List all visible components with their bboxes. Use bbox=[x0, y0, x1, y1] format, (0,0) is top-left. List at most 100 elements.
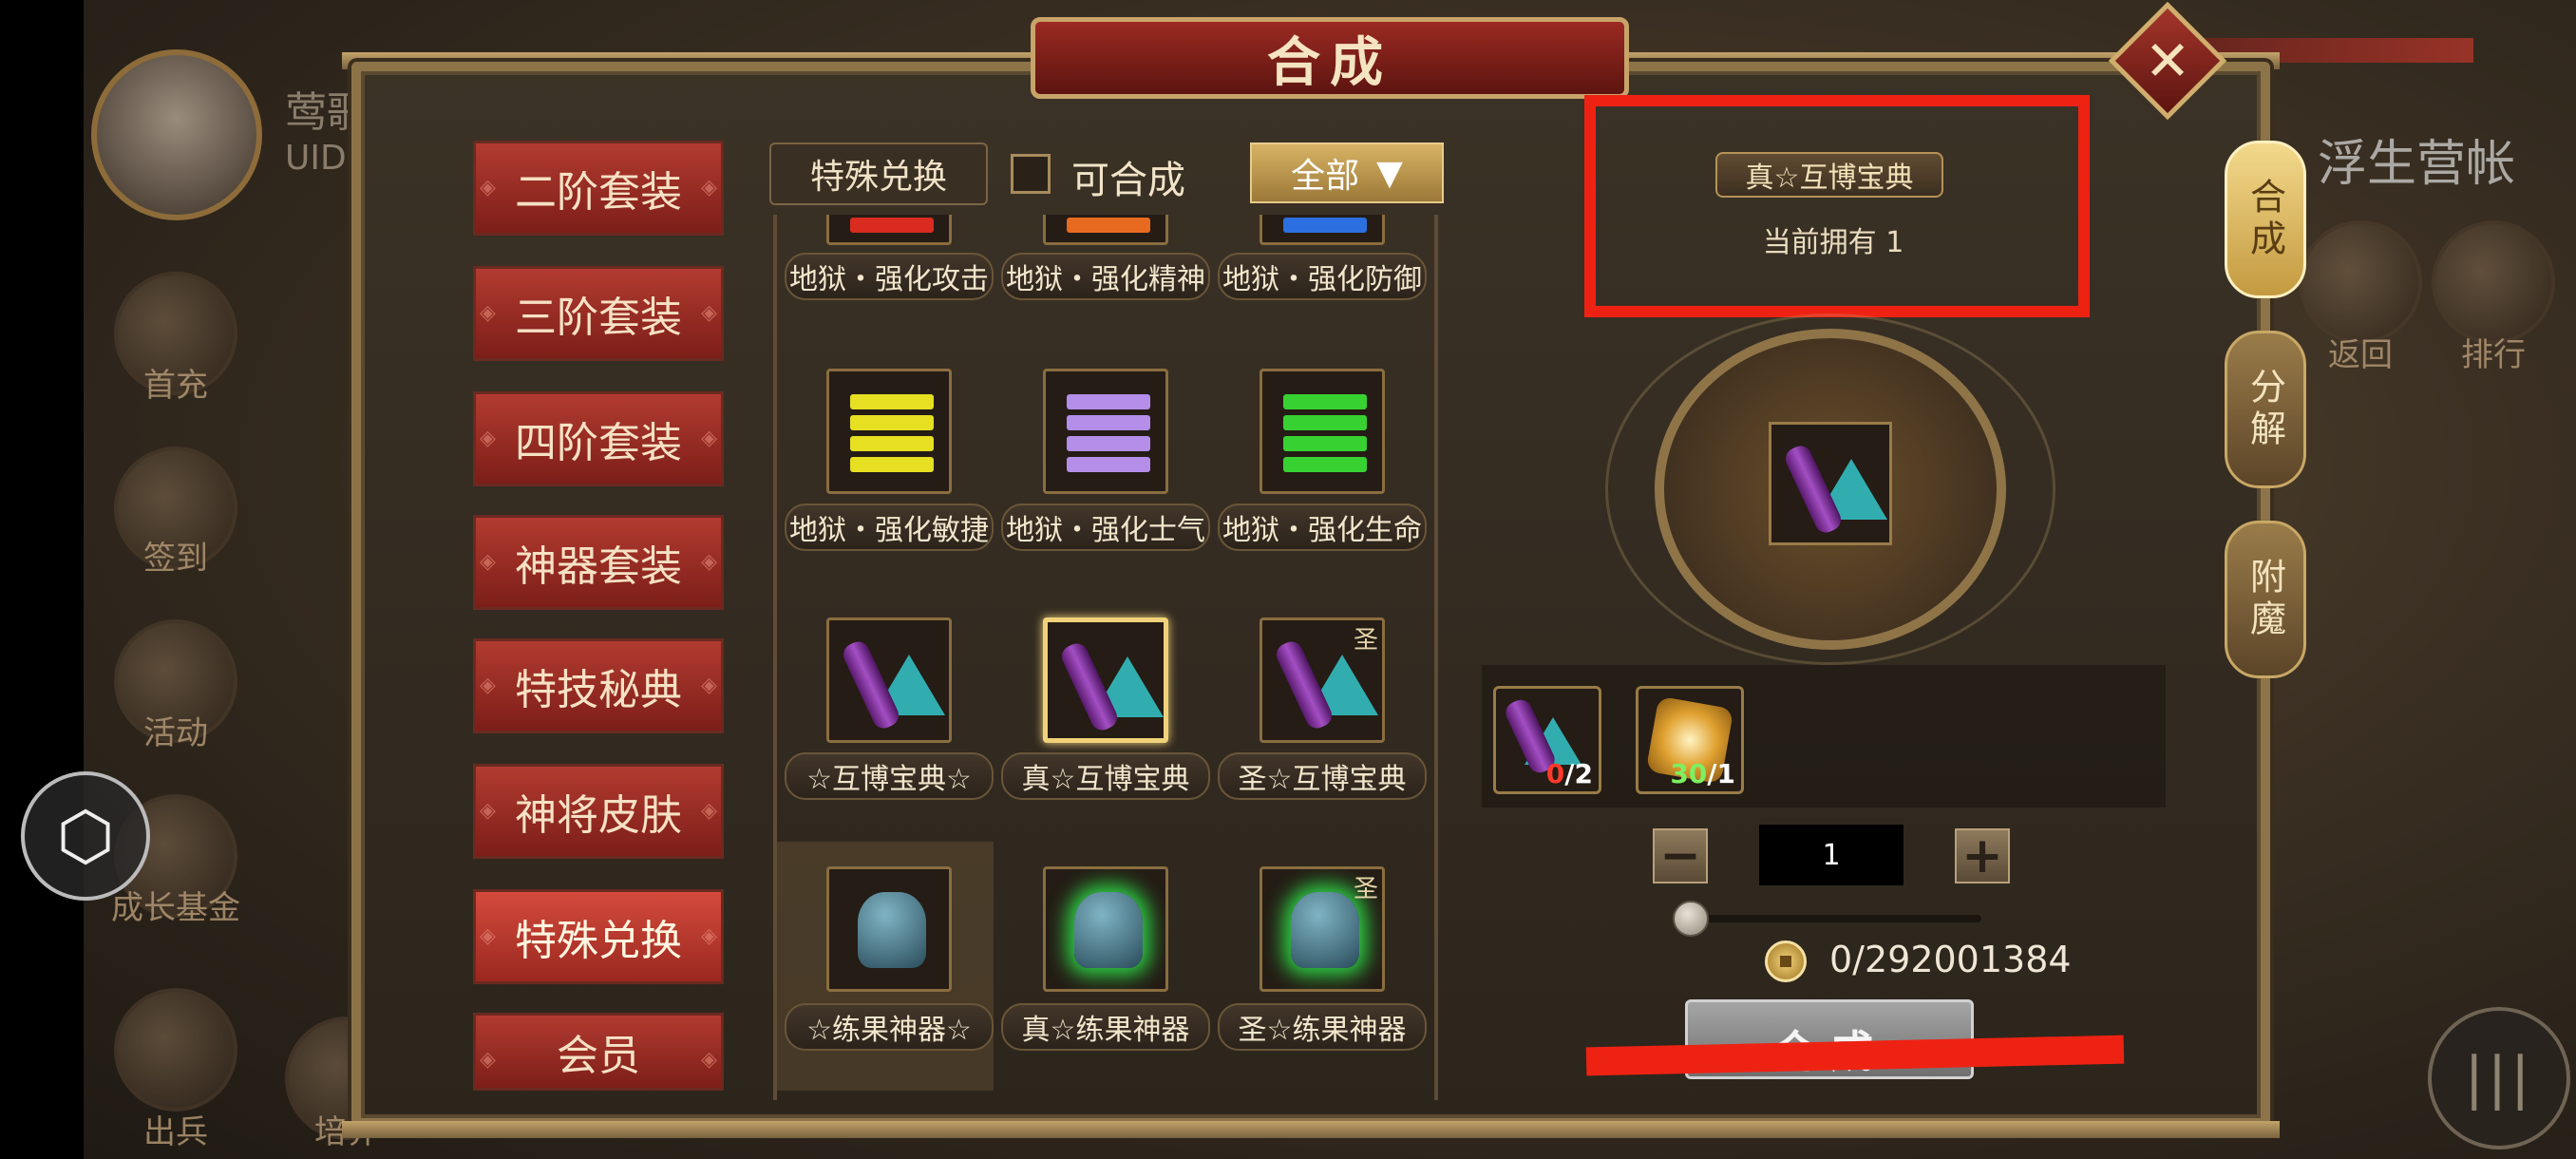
category-general-skin[interactable]: 神将皮肤 bbox=[473, 764, 724, 859]
book-layer bbox=[1067, 415, 1150, 430]
tab-enchant[interactable]: 附魔 bbox=[2225, 521, 2306, 678]
camp-label: 浮生营帐 bbox=[2318, 136, 2516, 193]
category-tier4-set[interactable]: 四阶套装 bbox=[473, 391, 724, 486]
quantity-increase-button[interactable]: + bbox=[1955, 827, 2010, 884]
ranking-button[interactable] bbox=[2432, 220, 2555, 344]
craftable-checkbox[interactable] bbox=[1011, 154, 1051, 194]
filter-dropdown-value: 全部 bbox=[1291, 157, 1360, 196]
book-layer bbox=[1283, 415, 1367, 430]
grid-item[interactable]: ☆练果神器☆ bbox=[777, 842, 994, 1091]
grid-item[interactable]: 真☆练果神器 bbox=[994, 842, 1210, 1091]
book-layer bbox=[1067, 394, 1150, 409]
grid-item[interactable]: 地狱・强化士气 bbox=[994, 369, 1210, 618]
category-artifact-set[interactable]: 神器套装 bbox=[473, 515, 724, 610]
quantity-decrease-button[interactable]: − bbox=[1653, 827, 1708, 884]
grid-item[interactable]: 地狱・强化精神 bbox=[994, 215, 1210, 369]
item-name: 真☆互博宝典 bbox=[1001, 752, 1210, 800]
material-token-slot[interactable]: 30/1 bbox=[1636, 686, 1744, 794]
quantity-slider-track[interactable] bbox=[1691, 915, 1981, 922]
sign-in-label: 签到 bbox=[143, 540, 208, 578]
item-name: ☆互博宝典☆ bbox=[785, 752, 994, 800]
material-count: 30/1 bbox=[1670, 758, 1735, 789]
scroll-manual-icon bbox=[1043, 618, 1168, 743]
grid-item-selected[interactable]: 真☆互博宝典 bbox=[994, 618, 1210, 866]
grid-item[interactable]: 地狱・强化防御 bbox=[1210, 215, 1427, 369]
ranking-label: 排行 bbox=[2461, 336, 2526, 374]
book-layer bbox=[1283, 457, 1367, 472]
book-layer bbox=[1283, 436, 1367, 451]
deploy-label: 出兵 bbox=[143, 1113, 208, 1151]
material-have: 0 bbox=[1545, 758, 1565, 789]
craftable-checkbox-label: 可合成 bbox=[1071, 159, 1185, 202]
vessel-shape bbox=[1074, 892, 1143, 968]
player-avatar[interactable] bbox=[91, 49, 262, 220]
book-layer bbox=[1067, 436, 1150, 451]
material-need: /2 bbox=[1564, 758, 1593, 789]
ar-cube-icon[interactable]: ⬡ bbox=[21, 771, 150, 901]
category-special-exchange[interactable]: 特殊兑换 bbox=[473, 889, 724, 984]
deploy-button[interactable] bbox=[114, 988, 237, 1112]
menu-button[interactable]: ||| bbox=[2428, 1007, 2570, 1150]
item-name: 地狱・强化防御 bbox=[1218, 253, 1427, 300]
book-layer bbox=[1283, 218, 1367, 233]
book-layer bbox=[850, 415, 934, 430]
vessel-icon bbox=[826, 866, 952, 992]
book-red-icon bbox=[826, 215, 952, 245]
material-scroll-slot[interactable]: 0/2 bbox=[1493, 686, 1601, 794]
filter-dropdown[interactable]: 全部 ▼ bbox=[1250, 142, 1444, 203]
item-name: 地狱・强化士气 bbox=[1001, 504, 1210, 551]
book-layer bbox=[1283, 394, 1367, 409]
item-name: 真☆练果神器 bbox=[1001, 1003, 1210, 1051]
book-layer bbox=[850, 218, 934, 233]
grid-item[interactable]: 圣 圣☆练果神器 bbox=[1210, 842, 1427, 1091]
item-name: 圣☆练果神器 bbox=[1218, 1003, 1427, 1051]
category-vip[interactable]: 会员 bbox=[473, 1013, 724, 1091]
quantity-slider-handle[interactable] bbox=[1673, 901, 1709, 937]
grid-item[interactable]: 地狱・强化敏捷 bbox=[777, 369, 994, 618]
item-name: 圣☆互博宝典 bbox=[1218, 752, 1427, 800]
tab-synthesize[interactable]: 合成 bbox=[2225, 141, 2306, 298]
chevron-down-icon: ▼ bbox=[1376, 153, 1403, 193]
vessel-shape bbox=[1291, 892, 1359, 968]
scroll-manual-icon bbox=[826, 618, 952, 743]
tab-decompose[interactable]: 分解 bbox=[2225, 331, 2306, 488]
coin-cost: 0/292001384 bbox=[1829, 939, 2072, 980]
grid-item[interactable]: 地狱・强化生命 bbox=[1210, 369, 1427, 618]
scroll-manual-icon: 圣 bbox=[1260, 618, 1385, 743]
category-tier2-set[interactable]: 二阶套装 bbox=[473, 141, 724, 236]
filter-tab-special-exchange[interactable]: 特殊兑换 bbox=[769, 142, 988, 205]
book-layer bbox=[1067, 457, 1150, 472]
coin-icon bbox=[1765, 940, 1807, 982]
item-grid[interactable]: 地狱・强化攻击 地狱・强化精神 地狱・强化防御 地狱・强化敏捷 地狱・强化士气 … bbox=[773, 215, 1438, 1100]
saint-badge: 圣 bbox=[1353, 875, 1378, 903]
book-green-icon bbox=[1260, 369, 1385, 494]
book-yellow-icon bbox=[826, 369, 952, 494]
category-tier3-set[interactable]: 三阶套装 bbox=[473, 266, 724, 361]
quantity-input[interactable]: 1 bbox=[1759, 825, 1904, 885]
selected-item-icon bbox=[1769, 422, 1892, 545]
vessel-shape bbox=[858, 892, 926, 968]
item-name: 地狱・强化生命 bbox=[1218, 504, 1427, 551]
grid-item[interactable]: 地狱・强化攻击 bbox=[777, 215, 994, 369]
vessel-icon bbox=[1043, 866, 1168, 992]
vessel-icon: 圣 bbox=[1260, 866, 1385, 992]
book-blue-icon bbox=[1260, 215, 1385, 245]
dialog-title-banner: 合成 bbox=[1031, 17, 1629, 99]
return-label: 返回 bbox=[2328, 336, 2393, 374]
item-name: ☆练果神器☆ bbox=[785, 1003, 994, 1051]
activity-label: 活动 bbox=[143, 714, 208, 752]
book-layer bbox=[850, 457, 934, 472]
material-have: 30 bbox=[1670, 758, 1708, 789]
grid-item[interactable]: ☆互博宝典☆ bbox=[777, 618, 994, 866]
book-orange-icon bbox=[1043, 215, 1168, 245]
category-skill-manual[interactable]: 特技秘典 bbox=[473, 638, 724, 733]
dialog-title: 合成 bbox=[1267, 30, 1392, 94]
material-count: 0/2 bbox=[1546, 758, 1593, 789]
material-need: /1 bbox=[1707, 758, 1735, 789]
book-layer bbox=[850, 394, 934, 409]
book-purple-icon bbox=[1043, 369, 1168, 494]
annotation-highlight-box bbox=[1584, 95, 2090, 317]
grid-item[interactable]: 圣 圣☆互博宝典 bbox=[1210, 618, 1427, 866]
book-layer bbox=[850, 436, 934, 451]
return-button[interactable] bbox=[2299, 220, 2422, 344]
